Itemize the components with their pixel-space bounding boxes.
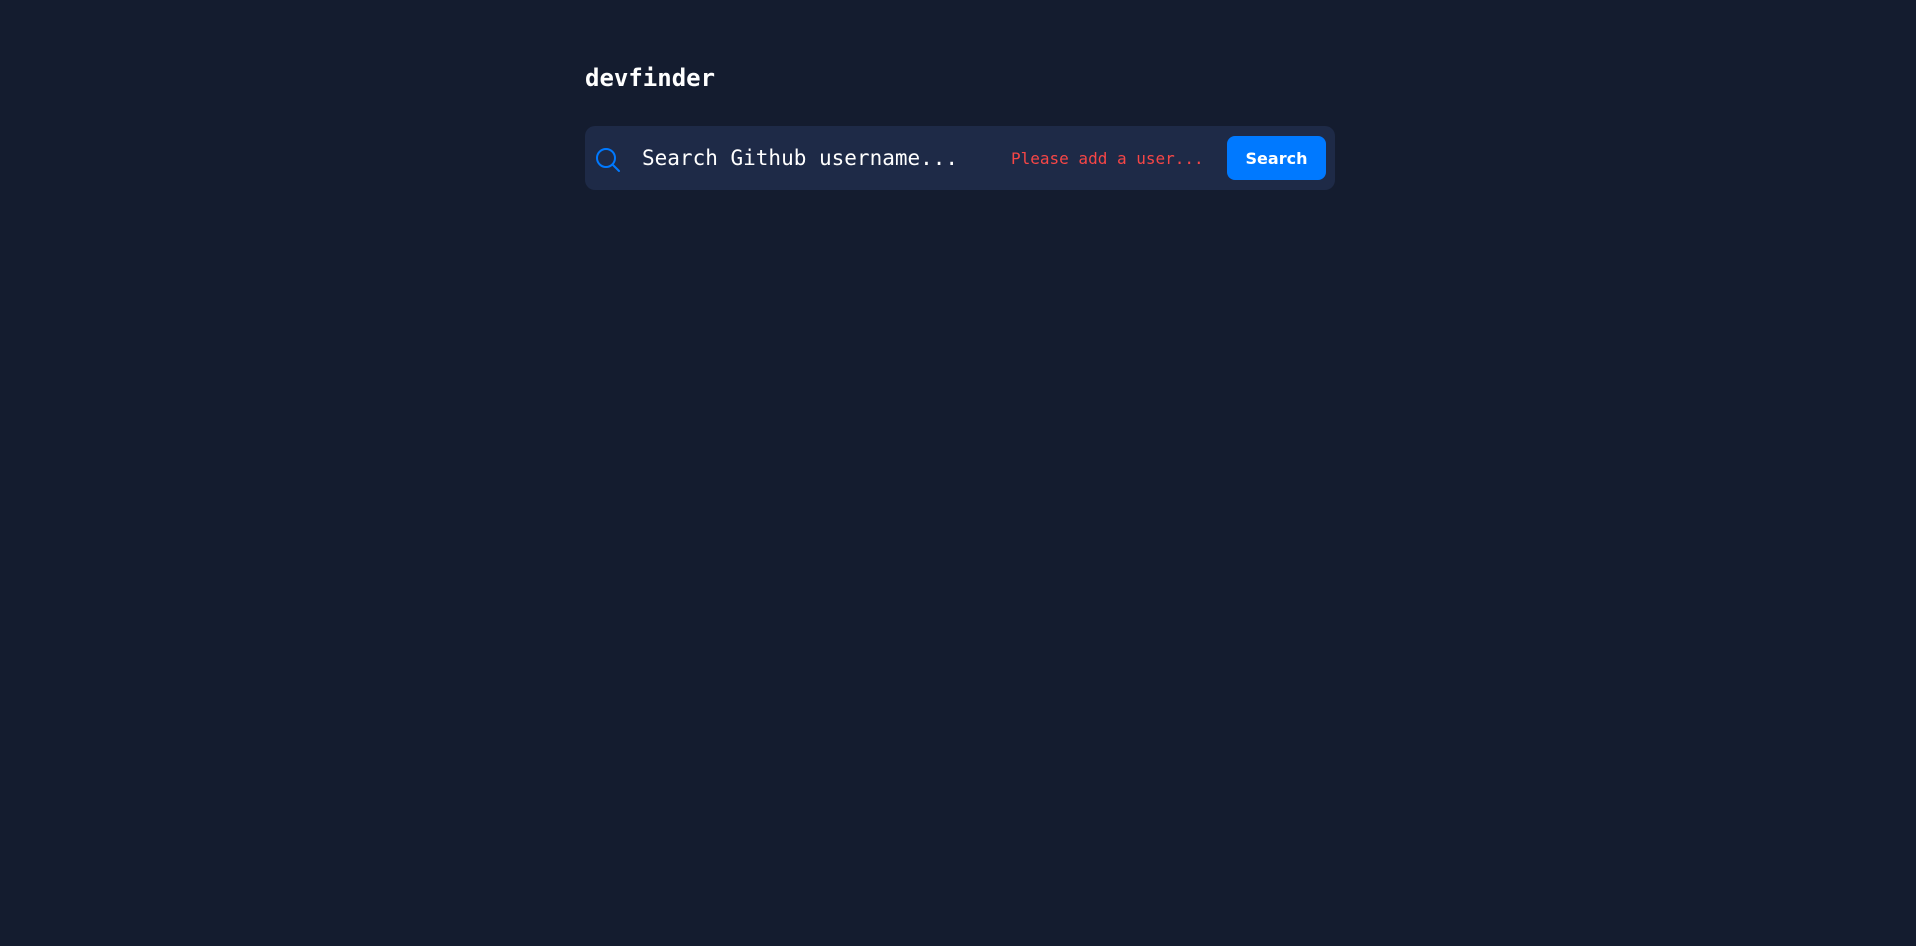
error-message: Please add a user... <box>1011 149 1204 168</box>
search-icon <box>594 146 622 174</box>
search-bar: Please add a user... Search <box>585 126 1335 190</box>
app-container: devfinder Please add a user... Search <box>585 62 1335 190</box>
search-button[interactable]: Search <box>1227 136 1326 180</box>
app-title: devfinder <box>585 64 716 92</box>
search-input[interactable] <box>642 138 1022 178</box>
